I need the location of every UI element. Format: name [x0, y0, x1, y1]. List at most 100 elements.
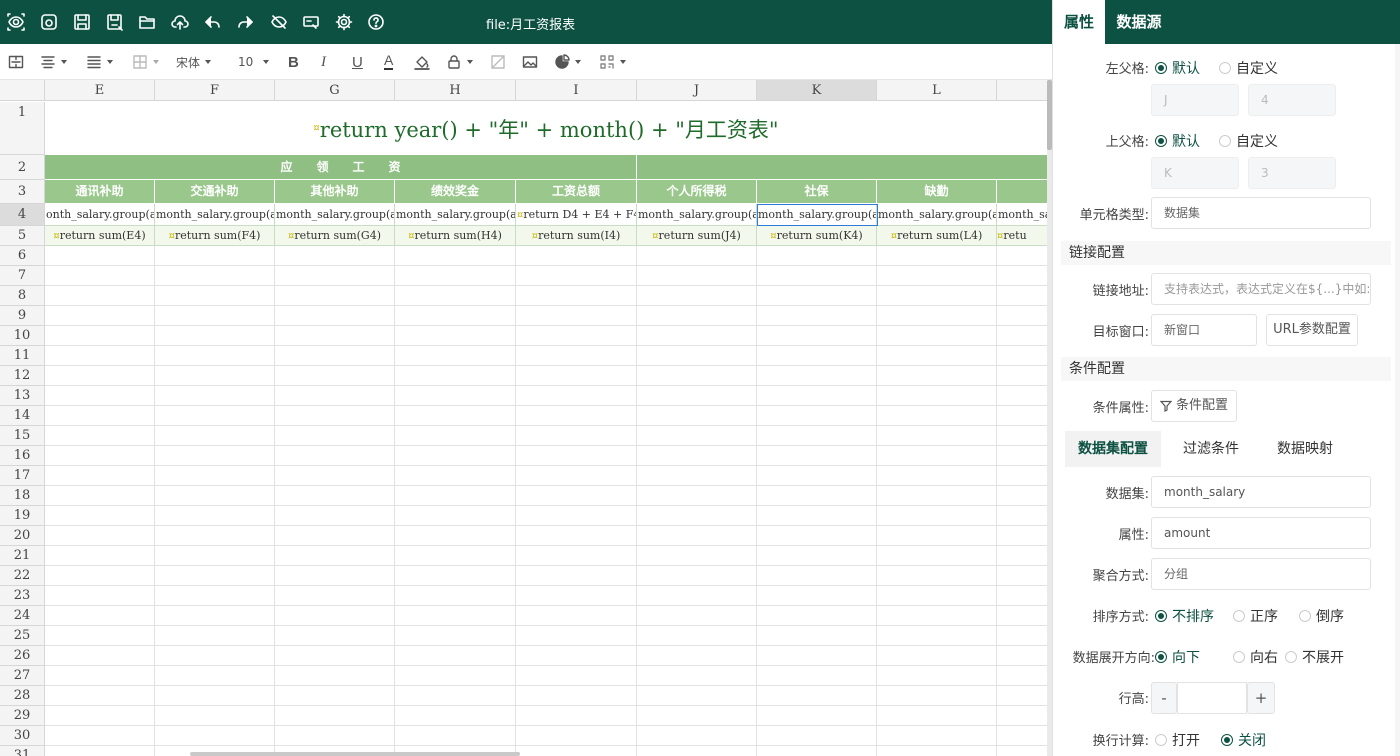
column-title-cell[interactable]: 其 — [997, 180, 1047, 204]
row-header-24[interactable]: 24 — [0, 606, 45, 626]
settings-icon[interactable] — [331, 9, 357, 35]
row-header-11[interactable]: 11 — [0, 346, 45, 366]
row-header-30[interactable]: 30 — [0, 726, 45, 746]
fill-color-icon[interactable] — [414, 52, 430, 72]
row-header-22[interactable]: 22 — [0, 566, 45, 586]
sum-cell[interactable]: ¤return sum(I4) — [516, 226, 637, 246]
corner-header[interactable] — [0, 80, 45, 101]
aggregate-select[interactable]: 分组 — [1151, 558, 1371, 590]
tab-dataset-config[interactable]: 数据集配置 — [1065, 431, 1161, 467]
sum-cell[interactable]: ¤return sum(F4) — [155, 226, 275, 246]
sum-cell[interactable]: ¤return sum(E4) — [45, 226, 155, 246]
row-header-12[interactable]: 12 — [0, 366, 45, 386]
data-cell[interactable]: ¤return D4 + E4 + F4 — [516, 204, 637, 226]
left-parent-col-input[interactable]: J — [1151, 84, 1239, 116]
row-header-15[interactable]: 15 — [0, 426, 45, 446]
column-title-cell[interactable]: 社保 — [757, 180, 877, 204]
row-header-20[interactable]: 20 — [0, 526, 45, 546]
row-header-16[interactable]: 16 — [0, 446, 45, 466]
target-window-select[interactable]: 新窗口 — [1151, 314, 1257, 346]
expand-none-radio[interactable]: 不展开 — [1285, 647, 1344, 667]
line-calc-on-radio[interactable]: 打开 — [1155, 730, 1200, 750]
align-vertical-icon[interactable] — [86, 52, 113, 72]
data-cell[interactable]: onth_salary.group(a — [45, 204, 155, 226]
panel-scrollbar[interactable] — [1395, 44, 1400, 756]
image-icon[interactable] — [522, 52, 538, 72]
row-header-7[interactable]: 7 — [0, 266, 45, 286]
column-header-g[interactable]: G — [275, 80, 395, 101]
row-header-1[interactable]: 1 — [0, 102, 45, 155]
data-cell[interactable]: month_salary.group(a — [155, 204, 275, 226]
sum-cell[interactable]: ¤retu — [997, 226, 1047, 246]
row-header-28[interactable]: 28 — [0, 686, 45, 706]
tab-filter-conditions[interactable]: 过滤条件 — [1169, 431, 1253, 467]
column-title-cell[interactable]: 其他补助 — [275, 180, 395, 204]
left-parent-row-input[interactable]: 4 — [1248, 84, 1336, 116]
column-header-h[interactable]: H — [395, 80, 516, 101]
row-header-29[interactable]: 29 — [0, 706, 45, 726]
column-title-cell[interactable]: 个人所得税 — [637, 180, 757, 204]
row-header-25[interactable]: 25 — [0, 626, 45, 646]
italic-button[interactable]: I — [321, 52, 326, 72]
url-params-button[interactable]: URL参数配置 — [1266, 314, 1358, 346]
data-cell[interactable]: month_sa — [997, 204, 1047, 226]
sort-asc-radio[interactable]: 正序 — [1233, 606, 1278, 626]
undo-icon[interactable] — [200, 9, 226, 35]
selected-cell[interactable] — [757, 204, 878, 226]
row-height-input[interactable] — [1177, 682, 1247, 714]
cell-type-select[interactable]: 数据集 — [1151, 197, 1371, 229]
row-height-decrease-button[interactable]: - — [1151, 682, 1177, 714]
column-title-cell[interactable]: 通讯补助 — [45, 180, 155, 204]
column-title-cell[interactable]: 绩效奖金 — [395, 180, 516, 204]
line-calc-off-radio[interactable]: 关闭 — [1221, 730, 1266, 750]
sort-desc-radio[interactable]: 倒序 — [1299, 606, 1344, 626]
sort-none-radio[interactable]: 不排序 — [1155, 606, 1214, 626]
sum-cell[interactable]: ¤return sum(J4) — [637, 226, 757, 246]
row-header-27[interactable]: 27 — [0, 666, 45, 686]
link-url-input[interactable]: 支持表达式，表达式定义在${...}中如: — [1151, 273, 1371, 305]
bold-button[interactable]: B — [288, 52, 299, 72]
upload-icon[interactable] — [167, 9, 193, 35]
row-header-13[interactable]: 13 — [0, 386, 45, 406]
row-header-18[interactable]: 18 — [0, 486, 45, 506]
tab-properties[interactable]: 属性 — [1053, 0, 1105, 44]
sum-cell[interactable]: ¤return sum(G4) — [275, 226, 395, 246]
lock-icon[interactable] — [446, 52, 473, 72]
title-formula-cell[interactable]: ¤ return year() + "年" + month() + "月工资表" — [45, 102, 1047, 155]
row-header-26[interactable]: 26 — [0, 646, 45, 666]
preview-icon[interactable] — [3, 9, 29, 35]
horizontal-scroll-thumb[interactable] — [190, 752, 520, 756]
underline-button[interactable]: U — [352, 52, 363, 72]
column-header-partial[interactable] — [997, 80, 1047, 101]
sum-cell[interactable]: ¤return sum(H4) — [395, 226, 516, 246]
column-title-cell[interactable]: 工资总额 — [516, 180, 637, 204]
top-parent-default-radio[interactable]: 默认 — [1155, 131, 1200, 151]
row-header-8[interactable]: 8 — [0, 286, 45, 306]
border-icon[interactable] — [132, 52, 159, 72]
data-cell[interactable]: month_salary.group(a — [637, 204, 757, 226]
top-parent-row-input[interactable]: 3 — [1248, 157, 1336, 189]
row-header-14[interactable]: 14 — [0, 406, 45, 426]
expand-down-radio[interactable]: 向下 — [1155, 647, 1200, 667]
column-title-cell[interactable]: 交通补助 — [155, 180, 275, 204]
column-header-l[interactable]: L — [877, 80, 997, 101]
column-header-i[interactable]: I — [516, 80, 637, 101]
dataset-select[interactable]: month_salary — [1151, 476, 1371, 508]
salary-group-header[interactable]: 应 领 工 资 — [45, 155, 637, 180]
qrcode-icon[interactable] — [599, 52, 626, 72]
row-header-10[interactable]: 10 — [0, 326, 45, 346]
align-horizontal-icon[interactable] — [40, 52, 67, 72]
view-icon[interactable] — [36, 9, 62, 35]
row-header-19[interactable]: 19 — [0, 506, 45, 526]
row-header-31[interactable]: 31 — [0, 746, 45, 756]
row-header-21[interactable]: 21 — [0, 546, 45, 566]
clear-format-icon[interactable] — [490, 52, 506, 72]
left-parent-custom-radio[interactable]: 自定义 — [1219, 58, 1278, 78]
column-header-j[interactable]: J — [637, 80, 757, 101]
expand-right-radio[interactable]: 向右 — [1233, 647, 1278, 667]
column-header-f[interactable]: F — [155, 80, 275, 101]
spreadsheet-grid[interactable]: EFGHIJKL 1 2 3 4 5 6 7 8 9 10 11 12 13 14 15 16 17 18 19 20… — [0, 80, 1047, 756]
redo-icon[interactable] — [232, 9, 258, 35]
data-cell[interactable]: month_salary.group(a — [877, 204, 997, 226]
row-header-5[interactable]: 5 — [0, 226, 45, 246]
